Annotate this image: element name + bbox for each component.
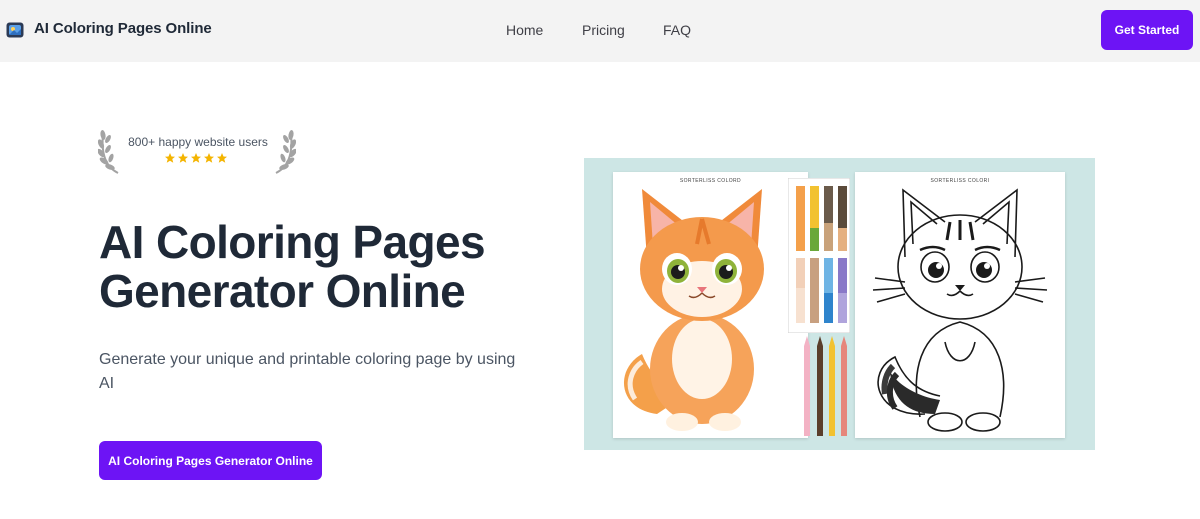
nav-home-link[interactable]: Home <box>506 22 543 38</box>
laurel-right-icon <box>275 130 296 174</box>
happy-users-text: 800+ happy website users <box>128 135 268 149</box>
hero-title-line1: AI Coloring Pages <box>99 216 486 268</box>
star-icon <box>165 153 175 163</box>
star-icon <box>204 153 214 163</box>
top-navbar: AI Coloring Pages Online Home Pricing FA… <box>0 0 1200 62</box>
brand-name[interactable]: AI Coloring Pages Online <box>34 20 212 37</box>
pencil-swatches-image <box>788 178 850 333</box>
star-icon <box>178 153 188 163</box>
coloring-page: SORTERLISS COLORI <box>855 172 1065 438</box>
colored-pencils-image <box>804 336 847 436</box>
colored-page: SORTERLISS COLORD <box>613 172 808 438</box>
generator-cta-button[interactable]: AI Coloring Pages Generator Online <box>99 441 322 480</box>
star-icon <box>191 153 201 163</box>
app-logo-icon[interactable] <box>6 22 24 38</box>
colored-cat-image <box>623 189 764 431</box>
get-started-button[interactable]: Get Started <box>1101 10 1193 50</box>
hero-title: AI Coloring Pages Generator Online <box>99 216 486 317</box>
star-icon <box>217 153 227 163</box>
line-art-cat-image <box>872 188 1048 432</box>
nav-faq-link[interactable]: FAQ <box>663 22 691 38</box>
hero-subtitle: Generate your unique and printable color… <box>99 351 516 392</box>
hero-title-line2: Generator Online <box>99 265 466 317</box>
hero-illustration: SORTERLISS COLORD SORTERLISS COLORI <box>584 158 1095 450</box>
nav-pricing-link[interactable]: Pricing <box>582 22 625 38</box>
rating-stars <box>164 152 228 164</box>
laurel-left-icon <box>98 130 119 174</box>
